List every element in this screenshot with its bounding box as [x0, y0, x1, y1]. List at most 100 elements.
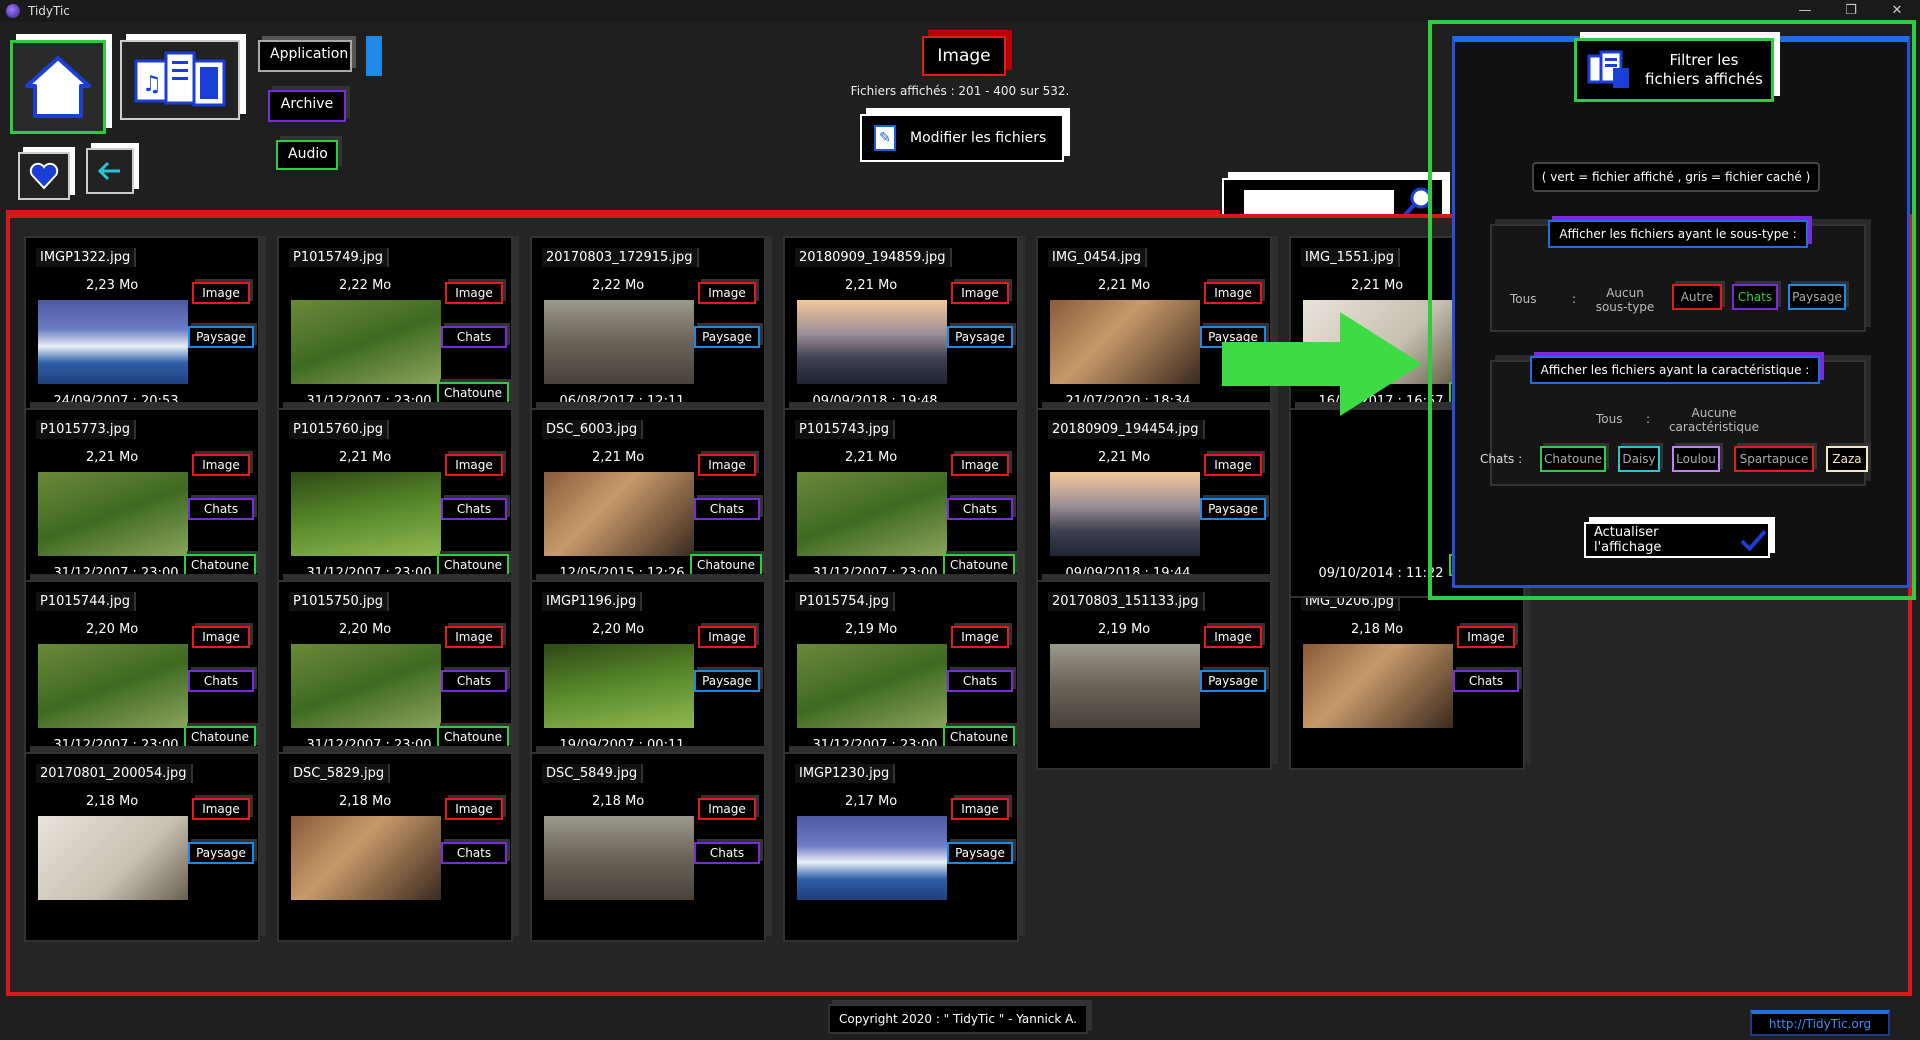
file-thumbnail[interactable] [544, 472, 694, 556]
subtype-tag[interactable]: Paysage [694, 326, 760, 348]
subtype-none-chip[interactable]: Aucun sous-type [1594, 286, 1656, 314]
subtype-tag[interactable]: Paysage [947, 842, 1013, 864]
type-tag[interactable]: Image [1204, 454, 1262, 476]
subtype-chats-chip[interactable]: Chats [1732, 284, 1778, 310]
char-spartapuce-chip[interactable]: Spartapuce [1734, 446, 1814, 472]
subtype-tag[interactable]: Paysage [1200, 498, 1266, 520]
characteristic-tag[interactable]: Chatoune [437, 382, 509, 404]
subtype-tag[interactable]: Paysage [188, 842, 254, 864]
char-chatoune-chip[interactable]: Chatoune [1540, 446, 1606, 472]
file-thumbnail[interactable] [797, 472, 947, 556]
char-all-label[interactable]: Tous [1596, 412, 1623, 426]
type-tag[interactable]: Image [951, 626, 1009, 648]
type-tag[interactable]: Image [698, 798, 756, 820]
file-thumbnail[interactable] [1050, 472, 1200, 556]
type-tag[interactable]: Image [951, 798, 1009, 820]
char-loulou-chip[interactable]: Loulou [1672, 446, 1720, 472]
type-tag[interactable]: Image [951, 454, 1009, 476]
type-tag[interactable]: Image [192, 454, 250, 476]
subtype-tag[interactable]: Chats [694, 498, 760, 520]
type-archive-button[interactable]: Archive [268, 90, 346, 122]
type-audio-button[interactable]: Audio [276, 140, 338, 170]
file-thumbnail[interactable] [38, 644, 188, 728]
subtype-tag[interactable]: Chats [441, 842, 507, 864]
characteristic-tag[interactable]: Chatoune [437, 726, 509, 748]
file-thumbnail[interactable] [544, 816, 694, 900]
close-button[interactable]: ✕ [1874, 0, 1920, 22]
modify-files-button[interactable]: ✎ Modifier les fichiers [860, 114, 1064, 162]
type-tag[interactable]: Image [192, 626, 250, 648]
type-tag[interactable]: Image [1457, 626, 1515, 648]
type-tag[interactable]: Image [445, 798, 503, 820]
file-thumbnail[interactable] [291, 644, 441, 728]
type-tag[interactable]: Image [445, 454, 503, 476]
file-thumbnail[interactable] [1050, 644, 1200, 728]
subtype-tag[interactable]: Chats [188, 498, 254, 520]
subtype-tag[interactable]: Chats [441, 670, 507, 692]
type-application-button[interactable]: Application [258, 40, 352, 72]
type-tag[interactable]: Image [698, 454, 756, 476]
type-tag[interactable]: Image [951, 282, 1009, 304]
subtype-tag[interactable]: Paysage [694, 670, 760, 692]
subtype-tag[interactable]: Chats [947, 498, 1013, 520]
file-card[interactable]: IMG_0206.jpg 2,18 Mo Image Chats [1289, 580, 1525, 770]
file-card[interactable]: P1015750.jpg 2,20 Mo 31/12/2007 : 23:00 Ima… [277, 580, 513, 770]
file-thumbnail[interactable] [291, 300, 441, 384]
file-thumbnail[interactable] [38, 300, 188, 384]
file-thumbnail[interactable] [797, 300, 947, 384]
subtype-tag[interactable]: Chats [188, 670, 254, 692]
file-thumbnail[interactable] [544, 300, 694, 384]
file-card[interactable]: IMGP1196.jpg 2,20 Mo 19/09/2007 : 00:11 Ima… [530, 580, 766, 770]
media-types-button[interactable]: ♫ [120, 40, 240, 120]
file-thumbnail[interactable] [291, 472, 441, 556]
file-card[interactable]: DSC_6003.jpg 2,21 Mo 12/05/2015 : 12:26 Ima… [530, 408, 766, 598]
characteristic-tag[interactable]: Chatoune [690, 554, 762, 576]
filter-files-button[interactable]: Filtrer les fichiers affichés [1574, 38, 1774, 102]
file-thumbnail[interactable] [797, 816, 947, 900]
minimize-button[interactable]: — [1782, 0, 1828, 22]
file-card[interactable]: 20170801_200054.jpg 2,18 Mo Image Paysage [24, 752, 260, 942]
file-thumbnail[interactable] [544, 644, 694, 728]
type-tag[interactable]: Image [698, 282, 756, 304]
subtype-tag[interactable]: Paysage [188, 326, 254, 348]
file-card[interactable]: IMGP1230.jpg 2,17 Mo Image Paysage [783, 752, 1019, 942]
char-none-chip[interactable]: Aucune caractéristique [1668, 406, 1760, 434]
characteristic-tag[interactable]: Chatoune [437, 554, 509, 576]
type-tag[interactable]: Image [1204, 626, 1262, 648]
subtype-tag[interactable]: Chats [947, 670, 1013, 692]
characteristic-tag[interactable]: Chatoune [943, 554, 1015, 576]
file-card[interactable]: P1015749.jpg 2,22 Mo 31/12/2007 : 23:00 Ima… [277, 236, 513, 426]
subtype-autre-chip[interactable]: Autre [1672, 284, 1722, 310]
file-card[interactable]: P1015743.jpg 2,21 Mo 31/12/2007 : 23:00 Ima… [783, 408, 1019, 598]
subtype-tag[interactable]: Paysage [1200, 670, 1266, 692]
file-thumbnail[interactable] [38, 816, 188, 900]
file-card[interactable]: P1015754.jpg 2,19 Mo 31/12/2007 : 23:00 Ima… [783, 580, 1019, 770]
file-card[interactable]: DSC_5849.jpg 2,18 Mo Image Chats [530, 752, 766, 942]
subtype-paysage-chip[interactable]: Paysage [1788, 284, 1846, 310]
subtype-tag[interactable]: Chats [694, 842, 760, 864]
subtype-tag[interactable]: Chats [441, 498, 507, 520]
file-thumbnail[interactable] [1303, 644, 1453, 728]
file-thumbnail[interactable] [291, 816, 441, 900]
file-card[interactable]: P1015773.jpg 2,21 Mo 31/12/2007 : 23:00 Ima… [24, 408, 260, 598]
favorites-button[interactable] [18, 152, 70, 200]
characteristic-tag[interactable]: Chatoune [943, 726, 1015, 748]
type-tag[interactable]: Image [445, 282, 503, 304]
current-type-button[interactable]: Image [922, 36, 1006, 76]
refresh-display-button[interactable]: Actualiser l'affichage [1584, 522, 1770, 558]
search-input[interactable] [1244, 190, 1394, 216]
file-card[interactable]: 20180909_194454.jpg 2,21 Mo 09/09/2018 : 1… [1036, 408, 1272, 598]
subtype-tag[interactable]: Chats [1453, 670, 1519, 692]
subtype-tag[interactable]: Paysage [947, 326, 1013, 348]
subtype-tag[interactable]: Chats [441, 326, 507, 348]
file-thumbnail[interactable] [38, 472, 188, 556]
restore-button[interactable]: ❐ [1828, 0, 1874, 22]
home-button[interactable] [10, 40, 106, 134]
website-link[interactable]: http://TidyTic.org [1750, 1010, 1890, 1036]
file-card[interactable]: P1015744.jpg 2,20 Mo 31/12/2007 : 23:00 Ima… [24, 580, 260, 770]
type-tag[interactable]: Image [1204, 282, 1262, 304]
type-tag[interactable]: Image [192, 798, 250, 820]
characteristic-tag[interactable]: Chatoune [184, 554, 256, 576]
file-card[interactable]: P1015760.jpg 2,21 Mo 31/12/2007 : 23:00 Ima… [277, 408, 513, 598]
file-card[interactable]: DSC_5829.jpg 2,18 Mo Image Chats [277, 752, 513, 942]
